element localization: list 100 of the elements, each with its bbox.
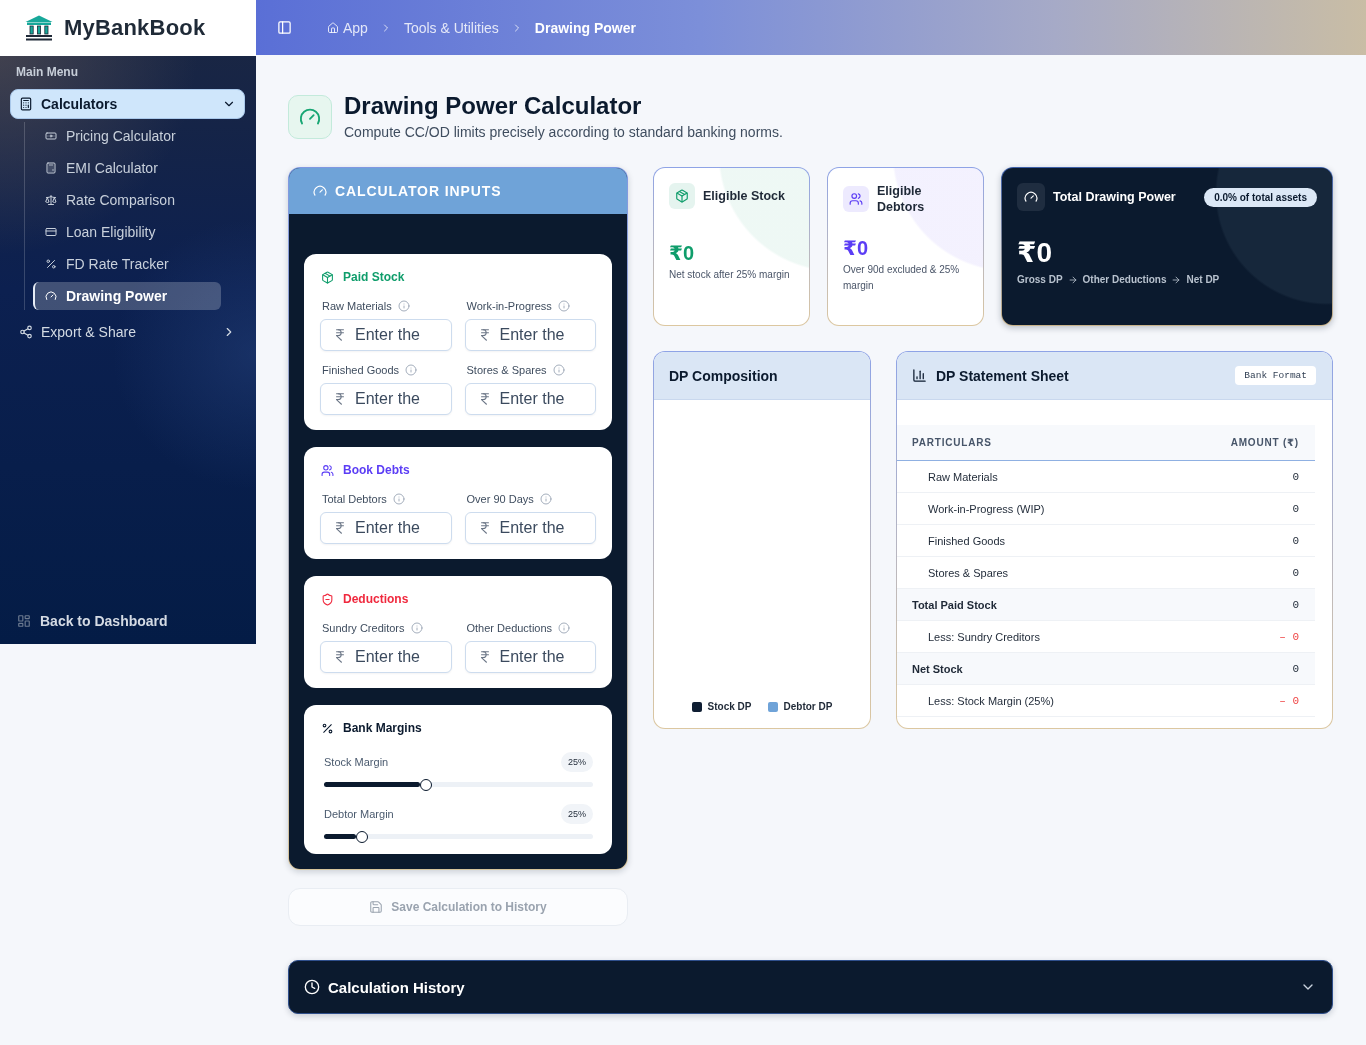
home-icon <box>327 21 339 34</box>
card-title: Total Drawing Power <box>1053 189 1176 205</box>
slider-label: Debtor Margin <box>324 808 394 820</box>
row-label: Raw Materials <box>928 470 998 483</box>
row-label: Work-in-Progress (WIP) <box>928 502 1045 515</box>
row-amount: – 0 <box>1279 694 1299 707</box>
info-icon[interactable] <box>558 622 571 634</box>
amount-field[interactable]: Enter the <box>464 512 596 544</box>
bank-logo <box>24 15 54 41</box>
percent-icon <box>45 258 57 270</box>
bar-chart-icon <box>912 368 927 383</box>
info-icon[interactable] <box>397 300 410 312</box>
row-amount: 0 <box>1292 534 1299 547</box>
legend-label: Debtor DP <box>783 701 833 712</box>
section-title: Bank Margins <box>343 721 422 735</box>
gauge-icon <box>1017 183 1045 211</box>
sidebar-group[interactable]: Calculators <box>10 89 245 119</box>
amount-field[interactable]: Enter the <box>320 383 452 415</box>
flow-step: Gross DP <box>1017 274 1063 285</box>
page-title: Drawing Power Calculator <box>344 92 642 120</box>
menu-section-label: Main Menu <box>15 64 79 79</box>
sidebar-item[interactable]: Drawing Power <box>33 282 221 310</box>
field-label: Over 90 Days <box>466 493 534 505</box>
history-toggle[interactable]: Calculation History <box>288 960 1333 1014</box>
sidebar-item[interactable]: Loan Eligibility <box>33 218 221 246</box>
row-amount: 0 <box>1292 662 1299 675</box>
calculator-icon <box>19 97 33 111</box>
column-heading: PARTICULARS <box>912 437 992 448</box>
info-icon[interactable] <box>539 493 552 505</box>
row-label: Finished Goods <box>928 534 1006 547</box>
stat-value: ₹0 <box>843 237 869 258</box>
scale-icon <box>45 194 57 206</box>
row-amount: – 0 <box>1279 630 1299 643</box>
share-icon <box>19 325 33 339</box>
total-value: ₹0 <box>1017 239 1053 267</box>
info-icon[interactable] <box>392 493 405 505</box>
rupee-icon <box>333 328 347 342</box>
assets-badge: 0.0% of total assets <box>1204 187 1317 207</box>
field-label: Work-in-Progress <box>466 300 552 312</box>
field-label: Other Deductions <box>466 622 553 634</box>
slider-thumb[interactable] <box>420 778 433 791</box>
amount-field[interactable]: Enter the <box>320 512 452 544</box>
field-label: Stores & Spares <box>466 364 547 376</box>
amount-field[interactable]: Enter the <box>320 641 452 673</box>
section-title: Deductions <box>343 592 409 606</box>
column-heading: AMOUNT (₹) <box>1230 437 1299 448</box>
card-title: Eligible Debtors <box>877 183 926 215</box>
amount-field[interactable]: Enter the <box>464 319 596 351</box>
row-amount: 0 <box>1292 598 1299 611</box>
amount-field[interactable]: Enter the <box>320 319 452 351</box>
gauge-icon <box>45 290 57 302</box>
sidebar-item[interactable]: EMI Calculator <box>33 154 221 182</box>
rupee-icon <box>333 521 347 535</box>
card-icon <box>45 226 57 238</box>
info-icon[interactable] <box>410 622 423 634</box>
stat-note: Net stock after 25% margin <box>669 267 790 282</box>
flow-step: Net DP <box>1186 274 1220 285</box>
field-label: Raw Materials <box>322 300 392 312</box>
field-label: Total Debtors <box>322 493 387 505</box>
save-icon <box>369 900 384 914</box>
percent-icon <box>321 721 334 735</box>
calculator-icon <box>45 162 57 174</box>
users-icon <box>843 186 869 212</box>
stat-value: ₹0 <box>669 242 695 263</box>
dashboard-grid-icon <box>17 614 31 628</box>
sidebar-toggle-icon[interactable] <box>277 20 292 35</box>
clock-icon <box>304 979 320 995</box>
back-to-dashboard-link[interactable]: Back to Dashboard <box>9 607 176 635</box>
row-label: Less: Stock Margin (25%) <box>928 694 1054 707</box>
field-label: Finished Goods <box>322 364 400 376</box>
stat-note: Over 90d excluded & 25% margin <box>843 262 961 293</box>
gauge-icon <box>313 184 327 198</box>
row-amount: 0 <box>1292 470 1299 483</box>
row-label: Stores & Spares <box>928 566 1009 579</box>
page-subtitle: Compute CC/OD limits precisely according to standard banking norms. <box>344 123 783 141</box>
shield-minus-icon <box>321 592 334 606</box>
sidebar-group[interactable]: Export & Share <box>10 318 245 346</box>
sidebar-item[interactable]: Pricing Calculator <box>33 122 221 150</box>
arrow-right-icon <box>1067 274 1078 285</box>
amount-field[interactable]: Enter the <box>464 641 596 673</box>
banknote-icon <box>45 130 57 142</box>
format-badge: Bank Format <box>1235 366 1316 385</box>
sidebar-item[interactable]: Rate Comparison <box>33 186 221 214</box>
box-icon <box>669 183 695 209</box>
legend-label: Stock DP <box>707 701 752 712</box>
panel-title: DP Statement Sheet <box>936 367 1069 384</box>
row-label: Less: Sundry Creditors <box>928 630 1040 643</box>
gauge-icon <box>288 94 332 139</box>
slider-label: Stock Margin <box>324 756 389 768</box>
info-icon[interactable] <box>552 364 565 376</box>
amount-field[interactable]: Enter the <box>464 383 596 415</box>
info-icon[interactable] <box>405 364 418 376</box>
slider-thumb[interactable] <box>355 830 368 843</box>
arrow-right-icon <box>1171 274 1182 285</box>
rupee-icon <box>333 392 347 406</box>
sidebar-item[interactable]: FD Rate Tracker <box>33 250 221 278</box>
info-icon[interactable] <box>557 300 570 312</box>
row-amount: 0 <box>1292 566 1299 579</box>
row-label: Net Stock <box>912 662 963 675</box>
value-badge: 25% <box>561 752 593 772</box>
